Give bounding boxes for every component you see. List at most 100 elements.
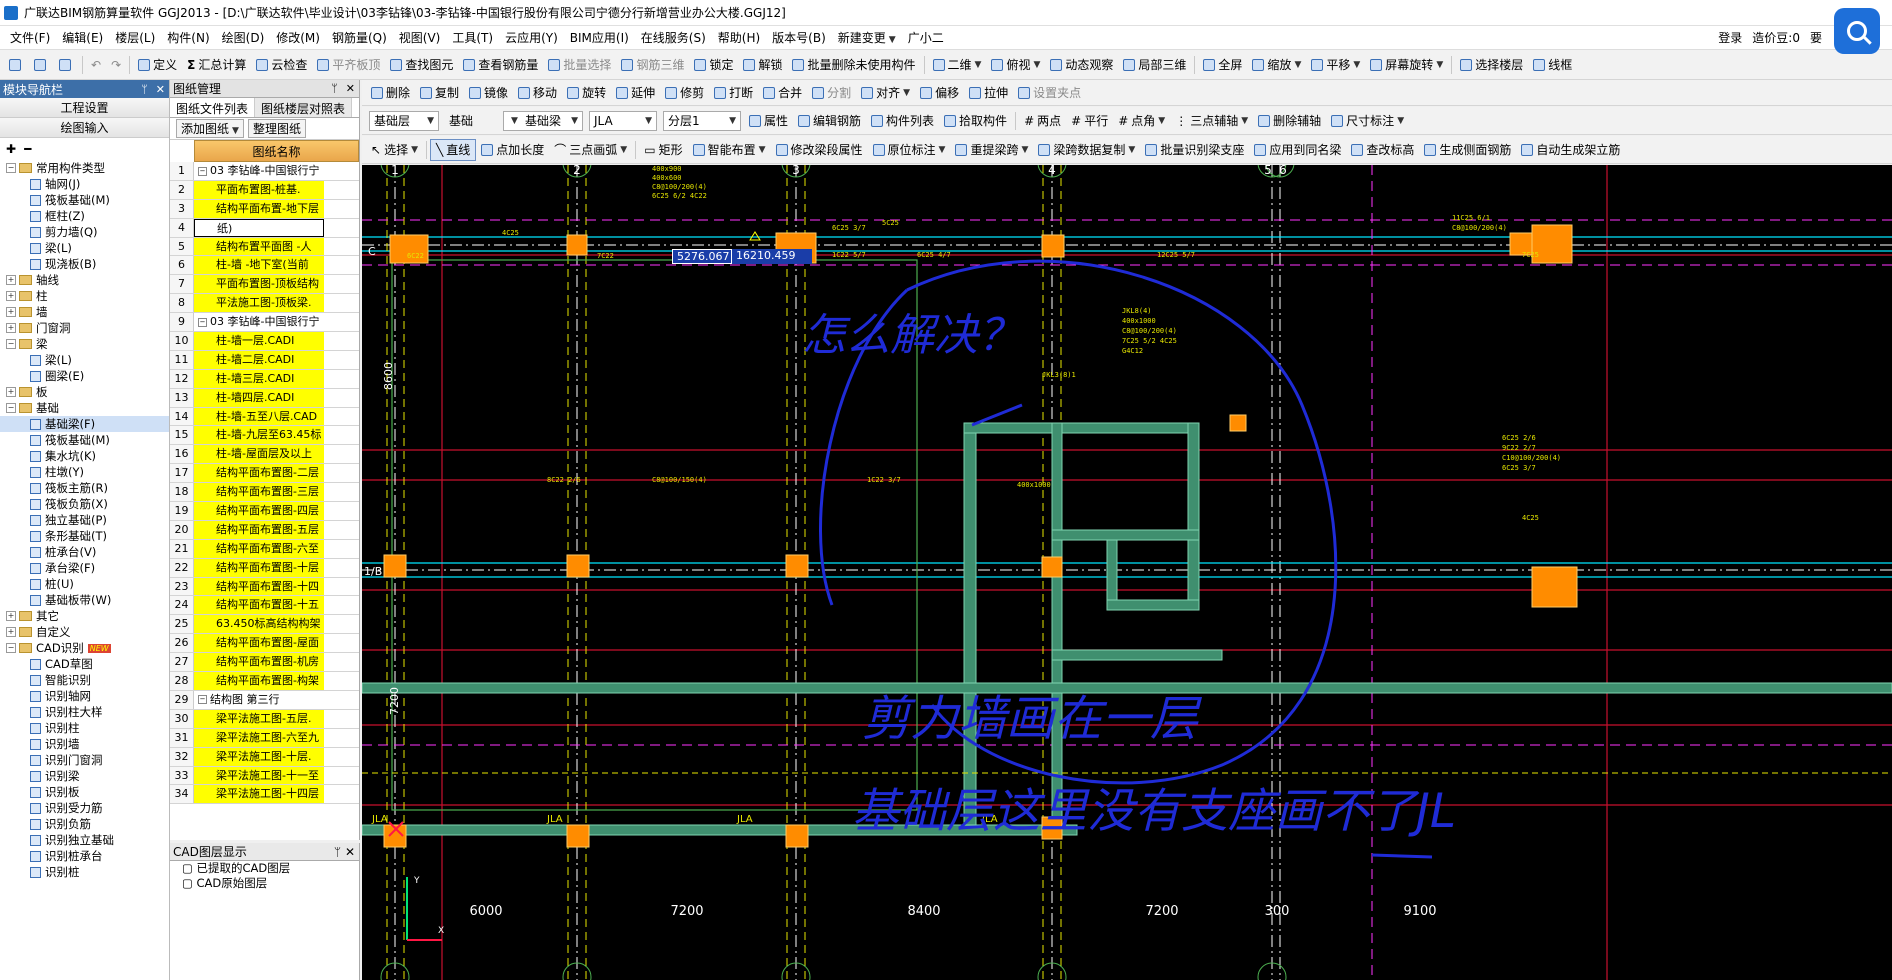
tree-item[interactable]: + 柱 (0, 288, 169, 304)
table-row[interactable]: 6 柱-墙 -地下室(当前 (170, 256, 359, 276)
undo-button[interactable]: ↶ (86, 54, 106, 76)
drawing-name-cell[interactable]: 柱-墙-屋面层及以上 (194, 445, 324, 464)
cad-layer-extracted[interactable]: ▢ 已提取的CAD图层 (170, 861, 359, 876)
tree-item[interactable]: − 基础 (0, 400, 169, 416)
dynamic-view-button[interactable]: 动态观察 (1045, 54, 1118, 76)
tree-item[interactable]: 圈梁(E) (0, 368, 169, 384)
component-name-select[interactable]: JLA ▼ (589, 110, 657, 131)
in-situ-mark-dropdown[interactable]: 原位标注 ▼ (868, 139, 951, 161)
tree-item[interactable]: + 门窗洞 (0, 320, 169, 336)
tree-item[interactable]: 识别桩承台 (0, 848, 169, 864)
open-file-button[interactable] (29, 54, 54, 76)
tree-item[interactable]: 识别柱 (0, 720, 169, 736)
drawing-name-cell[interactable]: − 结构图 第三行 (194, 690, 324, 709)
menu-tools[interactable]: 工具(T) (446, 29, 499, 46)
tab-floor-mapping[interactable]: 图纸楼层对照表 (255, 98, 353, 117)
table-row[interactable]: 25 63.450标高结构构架 (170, 615, 359, 635)
menu-bim[interactable]: BIM应用(I) (564, 29, 635, 46)
align-dropdown[interactable]: 对齐 ▼ (856, 82, 915, 104)
local-3d-button[interactable]: 局部三维 (1118, 54, 1191, 76)
tree-item[interactable]: 筏板基础(M) (0, 192, 169, 208)
menu-component[interactable]: 构件(N) (161, 29, 215, 46)
collapse-toggle-icon[interactable]: − (6, 643, 16, 653)
floating-search-button[interactable] (1834, 8, 1880, 54)
menu-file[interactable]: 文件(F) (4, 29, 56, 46)
tree-item[interactable]: + 自定义 (0, 624, 169, 640)
batch-identify-support-button[interactable]: 批量识别梁支座 (1140, 139, 1249, 161)
offset-button[interactable]: 偏移 (915, 82, 964, 104)
apply-same-name-button[interactable]: 应用到同名梁 (1249, 139, 1346, 161)
tree-item[interactable]: 识别受力筋 (0, 800, 169, 816)
collapse-toggle-icon[interactable]: − (6, 163, 16, 173)
drawing-name-cell[interactable]: 柱-墙-九层至63.45标 (194, 426, 324, 445)
split-button[interactable]: 分割 (807, 82, 856, 104)
tree-item[interactable]: 筏板基础(M) (0, 432, 169, 448)
table-row[interactable]: 21 结构平面布置图-六至 (170, 539, 359, 559)
drawing-name-cell[interactable]: 结构平面布置图-三层 (194, 483, 324, 502)
drawing-name-cell[interactable]: 平法施工图-顶板梁. (194, 294, 324, 313)
coord-x-field[interactable]: 5276.067 (672, 249, 732, 264)
expand-toggle-icon[interactable]: + (6, 387, 16, 397)
dimension-dropdown[interactable]: 尺寸标注 ▼ (1326, 110, 1409, 132)
tree-item[interactable]: 识别板 (0, 784, 169, 800)
tree-item[interactable]: + 墙 (0, 304, 169, 320)
tab-drawing-files[interactable]: 图纸文件列表 (170, 98, 256, 117)
tree-item[interactable]: 基础梁(F) (0, 416, 169, 432)
side-rebar-button[interactable]: 生成侧面钢筋 (1419, 139, 1516, 161)
table-row[interactable]: 24 结构平面布置图-十五 (170, 596, 359, 616)
table-row[interactable]: 32 梁平法施工图-十层. (170, 747, 359, 767)
drawing-name-cell[interactable]: 63.450标高结构构架 (194, 615, 324, 634)
drawing-name-cell[interactable]: 结构平面布置图-六至 (194, 539, 324, 558)
menu-online[interactable]: 在线服务(S) (635, 29, 712, 46)
table-row[interactable]: 30 梁平法施工图-五层. (170, 709, 359, 729)
table-row[interactable]: 26 结构平面布置图-屋面 (170, 634, 359, 654)
table-row[interactable]: 10 柱-墙一层.CADI (170, 332, 359, 351)
view-2d-dropdown[interactable]: 二维 ▼ (928, 54, 987, 76)
expand-toggle-icon[interactable]: + (6, 291, 16, 301)
expand-all-icon[interactable]: ✚ (6, 142, 16, 156)
table-row[interactable]: 33 梁平法施工图-十一至 (170, 766, 359, 786)
menu-version[interactable]: 版本号(B) (766, 29, 832, 46)
mirror-button[interactable]: 镜像 (464, 82, 513, 104)
tree-item[interactable]: 识别桩 (0, 864, 169, 880)
expand-toggle-icon[interactable]: + (6, 307, 16, 317)
component-type-select[interactable]: ▼ 基础梁 ▼ (503, 110, 583, 131)
pin-icon[interactable]: ᛘ (141, 83, 148, 96)
move-button[interactable]: 移动 (513, 82, 562, 104)
drawing-name-cell[interactable]: 结构平面布置图-十四 (194, 577, 324, 596)
rectangle-button[interactable]: ▭ 矩形 (639, 139, 687, 161)
zoom-dropdown[interactable]: 缩放 ▼ (1247, 54, 1306, 76)
check-elevation-button[interactable]: 查改标高 (1346, 139, 1419, 161)
screen-rotate-dropdown[interactable]: 屏幕旋转 ▼ (1365, 54, 1448, 76)
table-row[interactable]: 31 梁平法施工图-六至九 (170, 728, 359, 748)
cad-drawing-svg[interactable]: 4C256C22 7C22 1C22 5/7 12C25 5/76C25 3/75C2… (362, 165, 1892, 980)
lock-button[interactable]: 锁定 (689, 54, 738, 76)
table-row[interactable]: 18 结构平面布置图-三层 (170, 483, 359, 503)
line-button[interactable]: ╲ 直线 (430, 138, 477, 161)
rebar-3d-button[interactable]: 钢筋三维 (616, 54, 689, 76)
drawing-name-cell[interactable]: 结构布置平面图 -人 (194, 237, 324, 256)
drawing-name-cell[interactable]: 结构平面布置图-二层 (194, 464, 324, 483)
collapse-toggle-icon[interactable]: − (6, 339, 16, 349)
table-row[interactable]: 14 柱-墙-五至八层.CAD (170, 407, 359, 427)
table-row[interactable]: 28 结构平面布置图-构架 (170, 672, 359, 691)
tree-item[interactable]: 集水坑(K) (0, 448, 169, 464)
layer-select[interactable]: 分层1 ▼ (663, 110, 741, 131)
drawing-name-cell[interactable]: 梁平法施工图-十四层 (194, 785, 324, 804)
wireframe-button[interactable]: 线框 (1528, 54, 1577, 76)
add-drawing-button[interactable]: 添加图纸 ▼ (176, 119, 244, 138)
tree-item[interactable]: 柱墩(Y) (0, 464, 169, 480)
break-button[interactable]: 打断 (709, 82, 758, 104)
save-button[interactable] (54, 54, 79, 76)
table-row[interactable]: 20 结构平面布置图-五层 (170, 520, 359, 540)
collapse-toggle-icon[interactable]: − (198, 695, 207, 705)
drawing-name-cell[interactable]: 结构平面布置图-十五 (194, 596, 324, 615)
coordinate-input[interactable]: 5276.067 16210.459 (672, 249, 812, 264)
floor-select[interactable]: 基础层 ▼ (369, 110, 439, 131)
table-row[interactable]: 8 平法施工图-顶板梁. (170, 294, 359, 314)
find-element-button[interactable]: 查找图元 (385, 54, 458, 76)
parallel-button[interactable]: # 平行 (1066, 110, 1113, 132)
tree-item[interactable]: 梁(L) (0, 352, 169, 368)
extend-button[interactable]: 延伸 (611, 82, 660, 104)
close-icon[interactable]: ✕ (345, 845, 355, 859)
